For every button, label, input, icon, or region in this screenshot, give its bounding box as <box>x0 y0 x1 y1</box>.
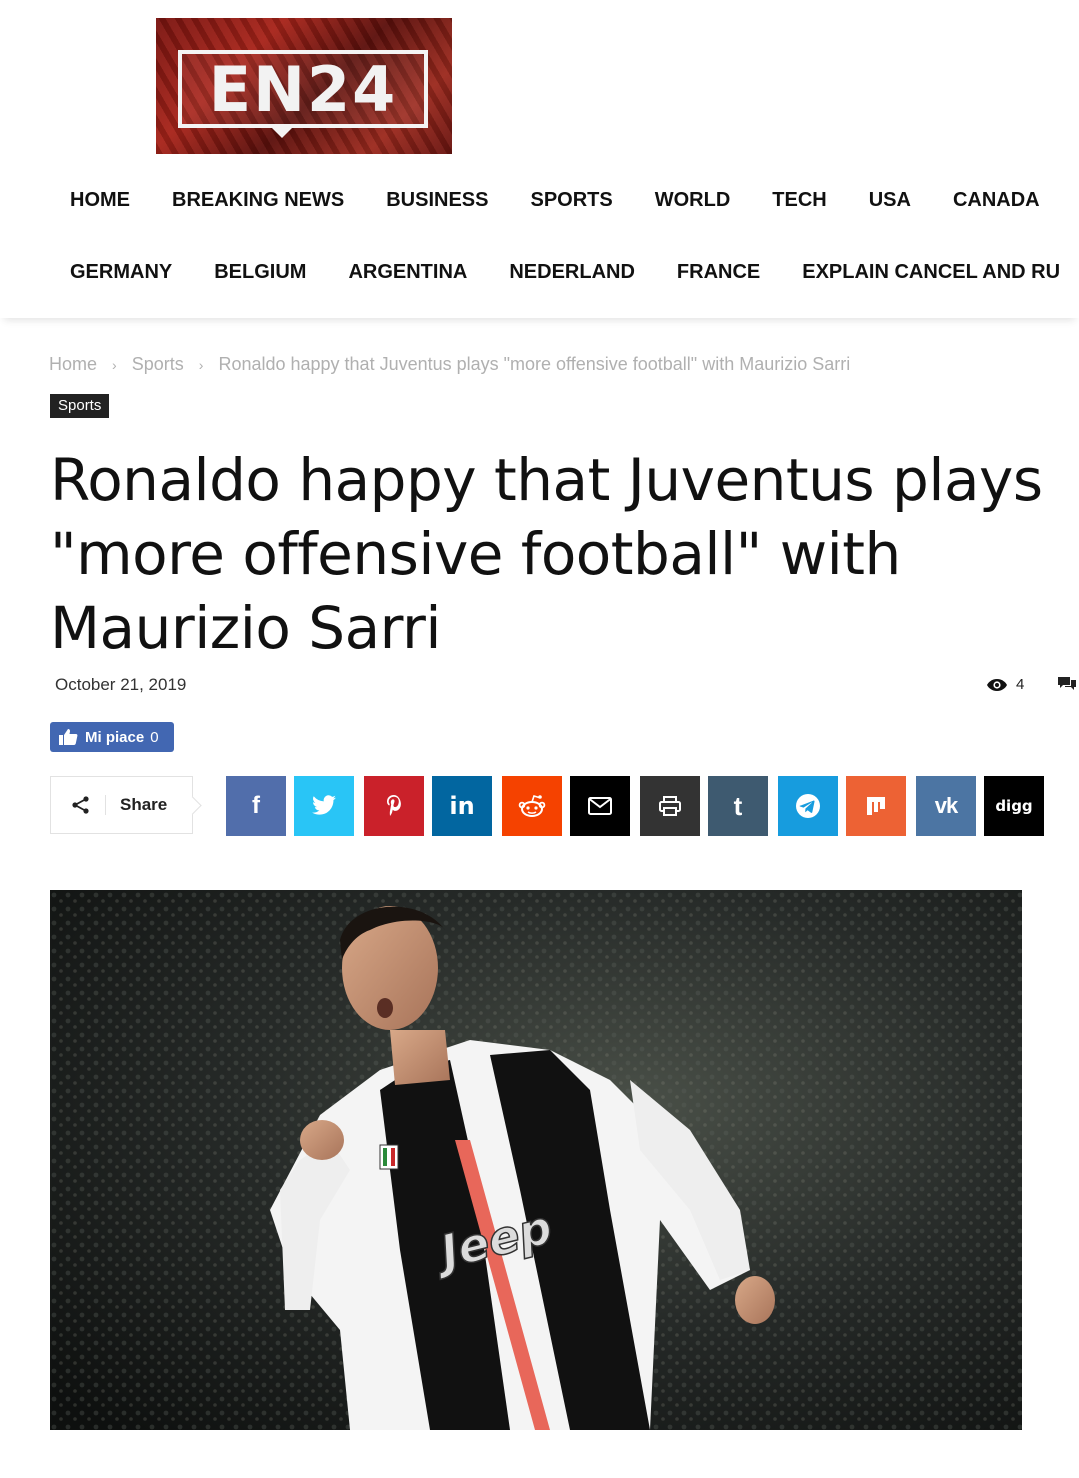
twitter-icon <box>312 795 336 815</box>
nav-item-belgium[interactable]: BELGIUM <box>214 261 306 284</box>
mix-icon <box>867 797 885 815</box>
main-nav-row-2: GERMANY BELGIUM ARGENTINA NEDERLAND FRAN… <box>70 261 1079 284</box>
nav-item-tech[interactable]: TECH <box>772 189 826 212</box>
thumbs-up-icon <box>59 729 78 745</box>
facebook-like-button[interactable]: Mi piace 0 <box>50 722 174 752</box>
breadcrumb-sports[interactable]: Sports <box>132 354 184 374</box>
nav-item-sports[interactable]: SPORTS <box>530 189 612 212</box>
category-tag[interactable]: Sports <box>50 394 110 418</box>
article-title: Ronaldo happy that Juventus plays "more … <box>50 446 1043 662</box>
nav-item-nederland[interactable]: NEDERLAND <box>509 261 635 284</box>
nav-item-business[interactable]: BUSINESS <box>386 189 488 212</box>
tumblr-icon: t <box>733 790 743 821</box>
printer-icon <box>659 796 681 816</box>
share-telegram-button[interactable] <box>778 776 838 836</box>
share-email-button[interactable] <box>570 776 630 836</box>
breadcrumb-current: Ronaldo happy that Juventus plays "more … <box>218 354 851 374</box>
comments-icon <box>1058 677 1076 690</box>
view-counter: 4 <box>986 676 1024 693</box>
site-header: EN24 HOME BREAKING NEWS BUSINESS SPORTS … <box>0 0 1079 318</box>
share-linkedin-button[interactable]: in <box>432 776 492 836</box>
digg-icon: digg <box>995 797 1033 815</box>
like-count: 0 <box>150 728 159 746</box>
share-icon <box>72 796 89 814</box>
email-icon <box>588 797 612 815</box>
article-date: October 21, 2019 <box>55 675 187 694</box>
nav-item-france[interactable]: FRANCE <box>677 261 760 284</box>
view-count: 4 <box>1016 676 1025 693</box>
share-facebook-button[interactable]: f <box>226 776 286 836</box>
eye-icon <box>987 678 1007 691</box>
nav-item-breaking-news[interactable]: BREAKING NEWS <box>172 189 344 212</box>
share-mix-button[interactable] <box>846 776 906 836</box>
nav-item-argentina[interactable]: ARGENTINA <box>348 261 467 284</box>
share-digg-button[interactable]: digg <box>984 776 1044 836</box>
share-pinterest-button[interactable] <box>364 776 424 836</box>
logo-frame: EN24 <box>178 50 428 128</box>
like-label: Mi piace <box>85 728 145 746</box>
pinterest-icon <box>387 795 401 816</box>
logo-text: EN24 <box>208 53 398 126</box>
article-hero-image: Jeep <box>50 890 1022 1430</box>
breadcrumb-separator: › <box>112 357 117 373</box>
nav-item-explain-cancel[interactable]: EXPLAIN CANCEL AND RU <box>802 261 1060 284</box>
nav-item-usa[interactable]: USA <box>869 189 911 212</box>
telegram-icon <box>796 794 820 818</box>
main-nav-row-1: HOME BREAKING NEWS BUSINESS SPORTS WORLD… <box>70 189 1079 212</box>
share-twitter-button[interactable] <box>294 776 354 836</box>
share-tumblr-button[interactable]: t <box>708 776 768 836</box>
breadcrumb-home[interactable]: Home <box>49 354 97 374</box>
share-print-button[interactable] <box>640 776 700 836</box>
comments-link[interactable] <box>1057 676 1077 697</box>
nav-item-world[interactable]: WORLD <box>655 189 731 212</box>
breadcrumb-separator: › <box>198 357 204 373</box>
vk-icon: vk <box>934 793 959 818</box>
logo-speech-tail <box>268 124 296 138</box>
nav-item-home[interactable]: HOME <box>70 189 130 212</box>
linkedin-icon: in <box>449 792 475 820</box>
site-logo[interactable]: EN24 <box>156 18 452 154</box>
hero-photo: Jeep <box>50 890 1022 1430</box>
facebook-icon: f <box>252 792 260 819</box>
share-vk-button[interactable]: vk <box>916 776 976 836</box>
share-label: Share <box>120 795 168 814</box>
nav-item-canada[interactable]: CANADA <box>953 189 1040 212</box>
breadcrumb: Home › Sports › Ronaldo happy that Juven… <box>49 354 850 375</box>
share-reddit-button[interactable] <box>502 776 562 836</box>
reddit-icon <box>518 795 546 817</box>
share-button[interactable]: Share <box>50 776 193 834</box>
nav-item-germany[interactable]: GERMANY <box>70 261 172 284</box>
share-divider <box>105 795 106 815</box>
